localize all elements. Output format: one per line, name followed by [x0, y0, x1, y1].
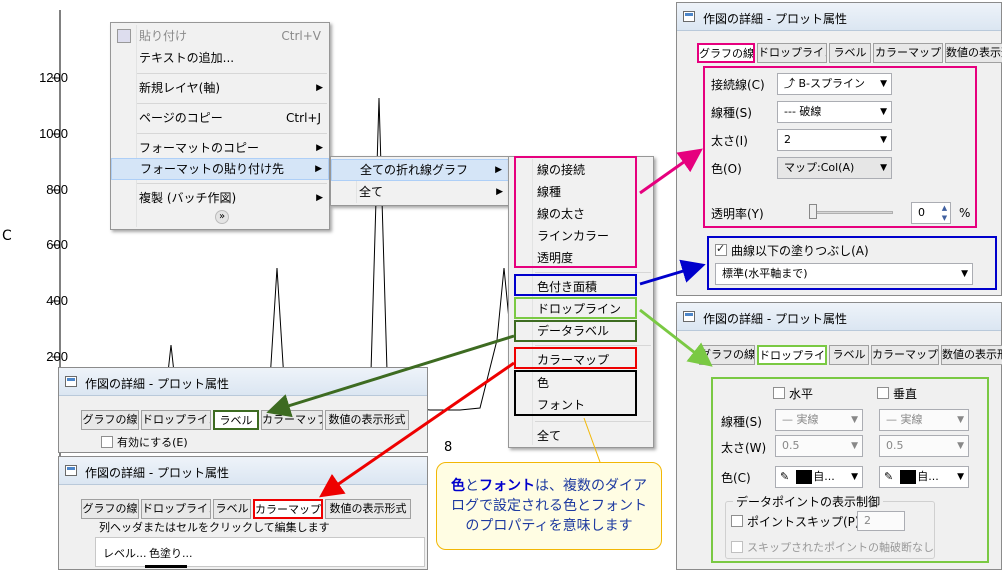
- callout-note: 色とフォントは、複数のダイア ログで設定される色とフォント のプロパティを意味し…: [436, 462, 662, 550]
- arrow-green: [639, 308, 713, 367]
- arrow-dark-green: [266, 334, 515, 418]
- arrow-pink: [639, 148, 703, 195]
- arrow-blue: [639, 259, 706, 286]
- callout-pointer: [583, 417, 601, 463]
